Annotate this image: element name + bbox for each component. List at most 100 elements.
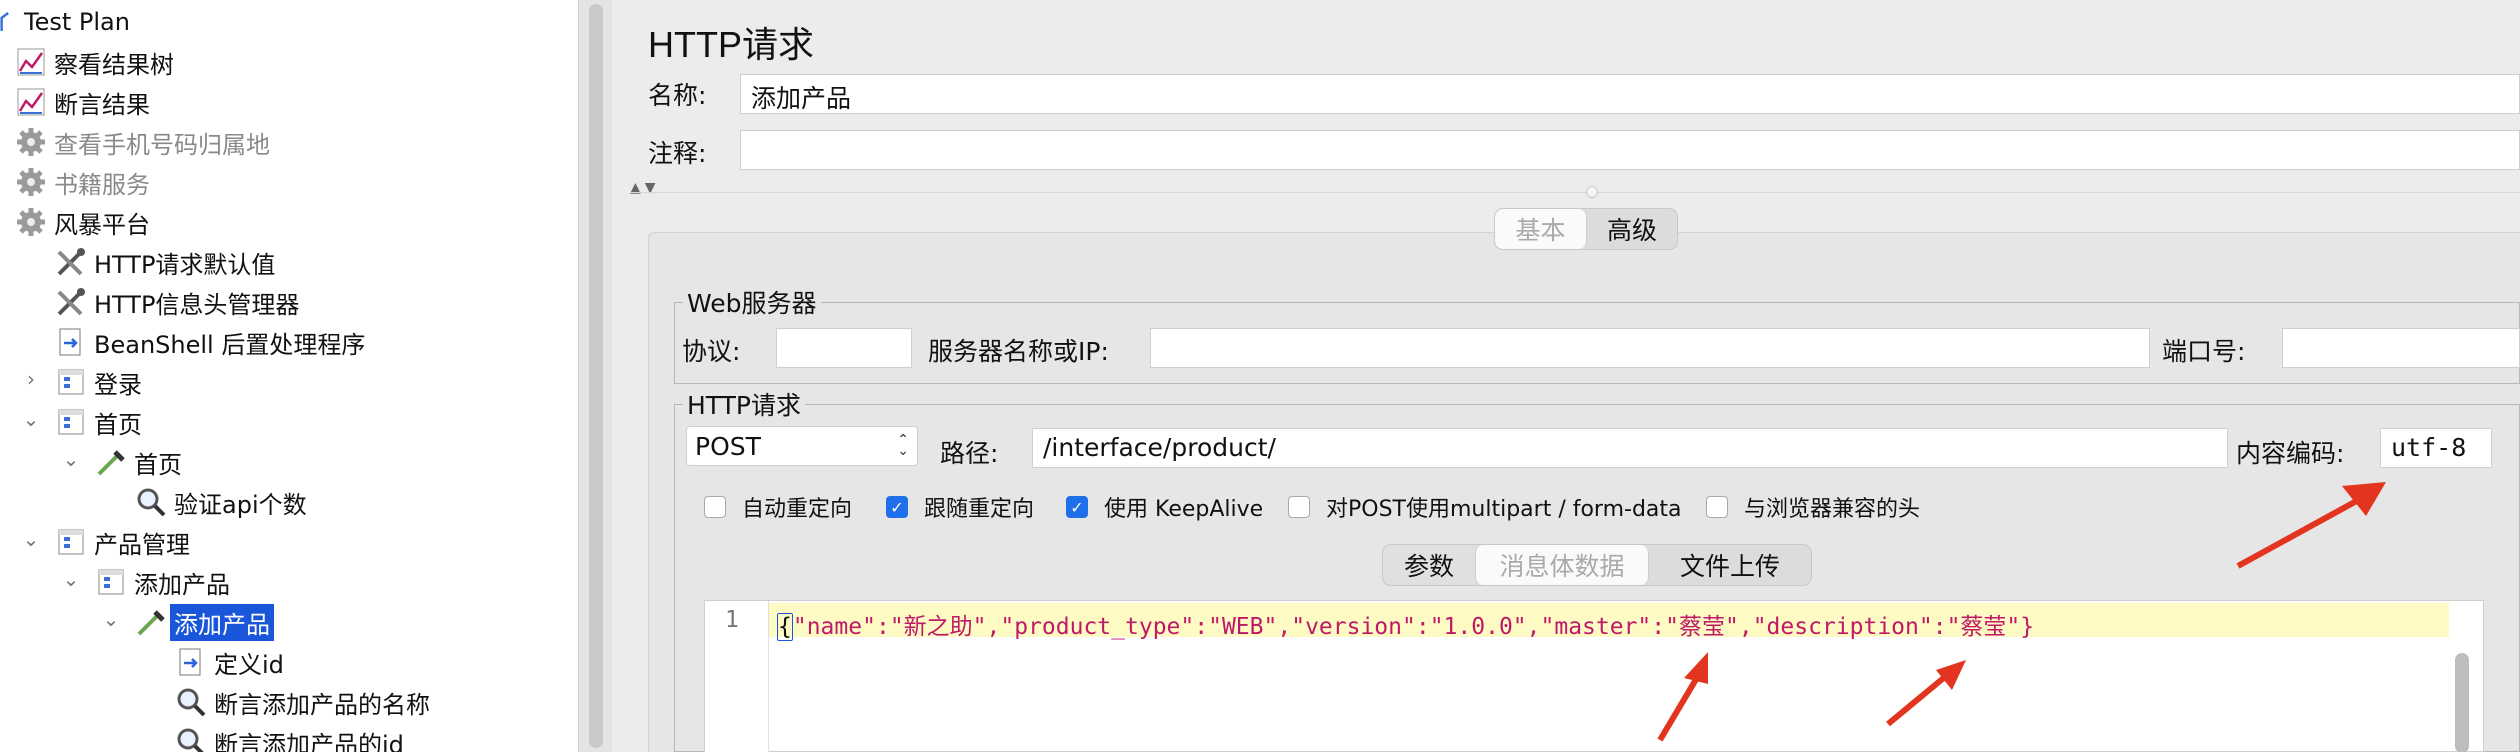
tree-node[interactable]: HTTP信息头管理器 [54, 282, 299, 322]
tree-node[interactable]: Test Plan [0, 2, 130, 42]
tree-node[interactable]: 书籍服务 [14, 162, 150, 202]
option-auto-redirect[interactable]: 自动重定向 [704, 490, 852, 524]
tab-basic[interactable]: 基本 [1495, 209, 1587, 249]
tree-node[interactable]: › 登录 [27, 362, 142, 402]
json-punct: : [1932, 614, 1947, 640]
checkbox[interactable] [1288, 496, 1310, 518]
json-punct: : [875, 614, 890, 640]
json-punct: , [1738, 614, 1753, 640]
json-key: "name" [792, 614, 876, 640]
name-field[interactable]: 添加产品 [740, 74, 2520, 114]
protocol-field[interactable] [776, 328, 912, 368]
protocol-label: 协议: [682, 337, 741, 366]
tree-node[interactable]: 断言添加产品的id [174, 722, 404, 752]
option-keepalive[interactable]: ✓ 使用 KeepAlive [1066, 490, 1263, 524]
controller-icon [54, 405, 88, 439]
json-key: "product_type" [1000, 614, 1195, 640]
option-multipart[interactable]: 对POST使用multipart / form-data [1288, 490, 1682, 524]
tree-node-label: 定义id [214, 650, 284, 679]
section-divider [630, 192, 2520, 193]
gear-icon [14, 125, 48, 159]
tree-node[interactable]: 风暴平台 [14, 202, 150, 242]
collapse-arrow-icon[interactable]: ⌄ [62, 569, 80, 589]
testplan-icon [0, 5, 18, 39]
controller-icon [94, 565, 128, 599]
tab-advanced[interactable]: 高级 [1587, 209, 1677, 249]
tree-node[interactable]: HTTP请求默认值 [54, 242, 275, 282]
expand-arrow-icon[interactable]: › [22, 369, 40, 389]
json-punct: : [1651, 614, 1666, 640]
server-field[interactable] [1150, 328, 2150, 368]
controller-icon [54, 365, 88, 399]
body-data-editor[interactable]: 1 {"name":"新之助","product_type":"WEB","ve… [704, 600, 2484, 752]
graph-listener-icon [14, 45, 48, 79]
checkbox[interactable]: ✓ [1066, 496, 1088, 518]
collapse-arrow-icon[interactable]: ⌄ [22, 409, 40, 429]
tab-params[interactable]: 参数 [1383, 545, 1475, 585]
tree-node[interactable]: ⌄ 产品管理 [23, 522, 190, 562]
tree-node[interactable]: 查看手机号码归属地 [14, 122, 270, 162]
option-label: 与浏览器兼容的头 [1744, 497, 1921, 522]
body-json-text[interactable]: {"name":"新之助","product_type":"WEB","vers… [777, 607, 2034, 641]
collapse-arrow-icon[interactable]: ⌄ [62, 449, 80, 469]
tree-node-label: Test Plan [24, 8, 130, 36]
magnifier-icon [174, 685, 208, 719]
tree-node[interactable]: BeanShell 后置处理程序 [54, 322, 365, 362]
comment-field[interactable] [740, 130, 2520, 170]
wrench-icon [54, 245, 88, 279]
json-punct: , [986, 614, 1001, 640]
pane-splitter[interactable] [578, 0, 612, 752]
path-field[interactable]: /interface/product/ [1032, 428, 2228, 468]
page-title: HTTP请求 [648, 24, 814, 65]
encoding-field[interactable]: utf-8 [2380, 428, 2492, 468]
tree-node-label: 添加产品 [170, 603, 274, 641]
json-punct: { [777, 613, 793, 641]
tree-node[interactable]: 定义id [174, 642, 284, 682]
divider-handle[interactable] [1586, 186, 1598, 198]
port-field[interactable] [2282, 328, 2520, 368]
collapse-arrow-icon[interactable]: ⌄ [22, 529, 40, 549]
test-plan-tree[interactable]: Test Plan 察看结果树断言结果查看手机号码归属地 书籍服务风暴平台 HTTP请… [0, 0, 578, 752]
tree-scrollbar-thumb[interactable] [589, 4, 603, 748]
line-number: 1 [725, 607, 739, 633]
checkbox[interactable]: ✓ [886, 496, 908, 518]
tree-node[interactable]: 断言结果 [14, 82, 150, 122]
option-follow-redirect[interactable]: ✓ 跟随重定向 [886, 490, 1034, 524]
pipette-sampler-icon [134, 605, 168, 639]
tree-node-label: 断言添加产品的名称 [214, 690, 430, 719]
option-browser-headers[interactable]: 与浏览器兼容的头 [1706, 490, 1920, 524]
graph-listener-icon [14, 85, 48, 119]
port-label: 端口号: [2162, 337, 2246, 366]
checkbox[interactable] [704, 496, 726, 518]
tab-body-data[interactable]: 消息体数据 [1475, 545, 1649, 585]
editor-scrollbar-thumb[interactable] [2455, 653, 2469, 752]
tree-node-label: HTTP请求默认值 [94, 250, 276, 279]
json-punct: : [1415, 614, 1430, 640]
web-server-legend: Web服务器 [687, 289, 817, 318]
config-tabs: 基本 高级 [1494, 208, 1678, 250]
checkbox[interactable] [1706, 496, 1728, 518]
method-select[interactable]: POST ⌃ ⌄ [686, 426, 918, 466]
collapse-arrow-icon[interactable]: ⌄ [102, 609, 120, 629]
option-label: 跟随重定向 [924, 497, 1035, 522]
tree-node-label: 验证api个数 [174, 490, 307, 519]
tree-node-label: 书籍服务 [54, 170, 150, 199]
json-key: "description" [1752, 614, 1933, 640]
json-punct: : [1194, 614, 1209, 640]
tree-node[interactable]: 断言添加产品的名称 [174, 682, 430, 722]
tab-file-upload[interactable]: 文件上传 [1649, 545, 1811, 585]
tree-node[interactable]: 验证api个数 [134, 482, 307, 522]
collapse-arrows-icon[interactable]: ▲▼ [630, 180, 660, 196]
name-label: 名称: [648, 81, 707, 110]
tree-node-label: 断言添加产品的id [214, 730, 404, 752]
tree-node-label: 断言结果 [54, 90, 150, 119]
tree-node[interactable]: ⌄ 首页 [23, 402, 142, 442]
tree-node[interactable]: ⌄ 首页 [63, 442, 182, 482]
tree-node-label: 查看手机号码归属地 [54, 130, 270, 159]
tree-node-label: 登录 [94, 370, 142, 399]
tree-node[interactable]: ⌄ 添加产品 [103, 602, 274, 642]
magnifier-icon [134, 485, 168, 519]
tree-node-label: 首页 [134, 450, 182, 479]
tree-node[interactable]: ⌄ 添加产品 [63, 562, 230, 602]
tree-node[interactable]: 察看结果树 [14, 42, 174, 82]
